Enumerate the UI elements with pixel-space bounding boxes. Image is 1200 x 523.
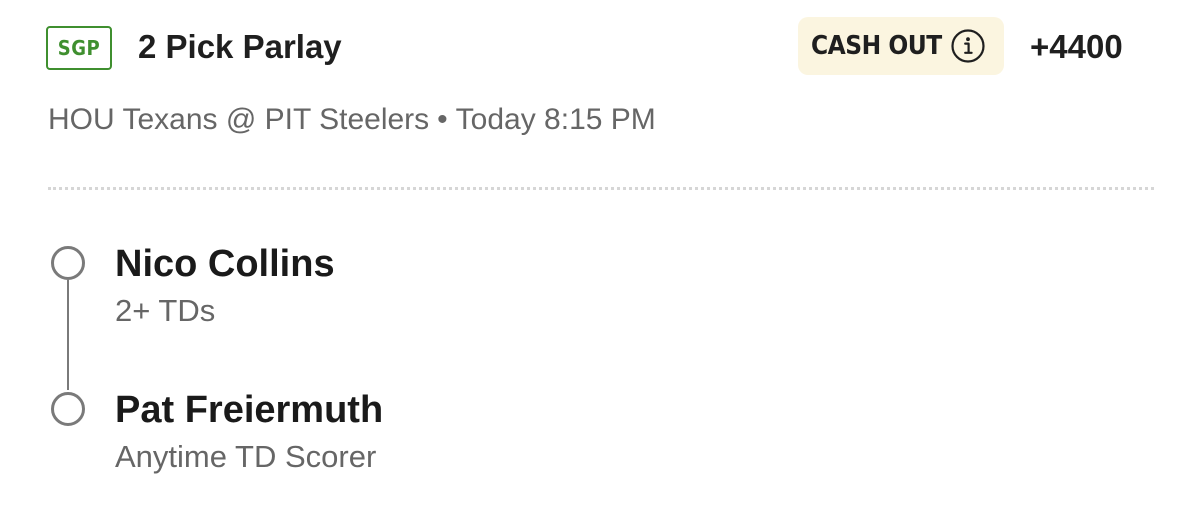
leg-player-name: Pat Freiermuth [115,389,384,431]
status-circle-icon [51,246,85,280]
game-matchup: HOU Texans @ PIT Steelers • Today 8:15 PM [48,100,656,140]
cash-out-label: CASH OUT [811,31,942,61]
status-circle-icon [51,392,85,426]
separator-dot: • [437,103,448,136]
bet-title: 2 Pick Parlay [138,28,342,65]
parlay-bet-card[interactable]: SGP 2 Pick Parlay CASH OUT +4400 HOU Tex… [0,0,1200,523]
leg-timeline-connector [67,280,69,390]
leg-market: Anytime TD Scorer [115,439,377,474]
matchup-teams: HOU Texans @ PIT Steelers [48,103,430,136]
leg-market: 2+ TDs [115,293,216,328]
info-icon[interactable] [950,28,986,64]
sgp-badge: SGP [46,26,112,70]
game-start-time: Today 8:15 PM [455,103,656,136]
cash-out-button[interactable]: CASH OUT [798,17,1004,75]
dotted-divider [48,187,1154,190]
parlay-odds: +4400 [1030,28,1123,65]
leg-player-name: Nico Collins [115,243,335,285]
